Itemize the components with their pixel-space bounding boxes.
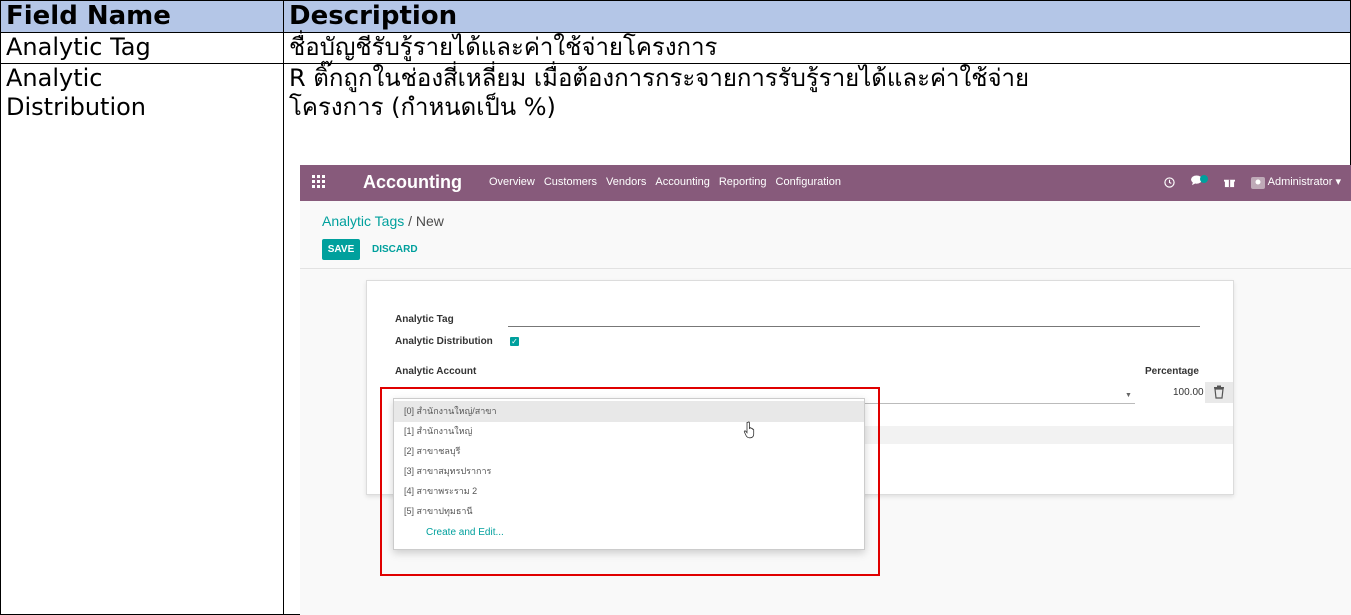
notification-badge xyxy=(1200,175,1209,183)
discard-button[interactable]: DISCARD xyxy=(372,244,418,255)
description-analytic-tag: ชื่อบัญชีรับรู้รายได้และค่าใช้จ่ายโครงกา… xyxy=(283,32,1351,64)
analytic-distribution-checkbox[interactable]: ✓ xyxy=(510,337,519,346)
clock-icon[interactable] xyxy=(1164,176,1175,188)
field-line: Distribution xyxy=(6,93,147,121)
analytic-tag-label: Analytic Tag xyxy=(395,314,454,325)
header-description: Description xyxy=(283,0,1351,33)
menu-reporting[interactable]: Reporting xyxy=(719,176,767,188)
menu-vendors[interactable]: Vendors xyxy=(606,176,646,188)
avatar-icon xyxy=(1251,176,1266,189)
apps-grid-icon[interactable] xyxy=(312,175,326,189)
trash-icon[interactable] xyxy=(1213,385,1225,399)
breadcrumb-analytic-tags[interactable]: Analytic Tags xyxy=(322,213,404,229)
menu-overview[interactable]: Overview xyxy=(489,176,535,188)
user-name: Administrator xyxy=(1267,176,1333,189)
menu-customers[interactable]: Customers xyxy=(544,176,597,188)
analytic-account-header: Analytic Account xyxy=(395,366,477,377)
description-line: R ติ๊กถูกในช่องสี่เหลี่ยม เมื่อต้องการกร… xyxy=(289,64,1030,92)
save-button[interactable]: SAVE xyxy=(322,239,360,260)
highlight-box xyxy=(380,387,880,576)
add-line-row xyxy=(862,426,1233,444)
app-name: Accounting xyxy=(363,172,462,192)
field-analytic-distribution: Analytic Distribution xyxy=(0,63,284,615)
description-line: โครงการ (กำหนดเป็น %) xyxy=(289,93,556,121)
top-navbar: Accounting Overview Customers Vendors Ac… xyxy=(300,165,1351,201)
menu-configuration[interactable]: Configuration xyxy=(776,176,841,188)
gift-icon[interactable] xyxy=(1224,177,1236,188)
analytic-distribution-label: Analytic Distribution xyxy=(395,336,493,347)
odoo-screenshot: Accounting Overview Customers Vendors Ac… xyxy=(300,165,1351,615)
breadcrumb: Analytic Tags / New xyxy=(322,213,444,229)
chat-icon[interactable] xyxy=(1191,175,1209,189)
systray: Administrator ▾ xyxy=(1164,175,1341,189)
user-menu[interactable]: Administrator ▾ xyxy=(1251,175,1341,189)
breadcrumb-current: New xyxy=(415,213,444,229)
percentage-header: Percentage xyxy=(1145,366,1199,377)
header-field-name: Field Name xyxy=(0,0,284,33)
analytic-tag-input[interactable] xyxy=(508,326,1200,327)
table-row: Analytic Tag ชื่อบัญชีรับรู้รายได้และค่า… xyxy=(0,32,1351,64)
control-panel-divider xyxy=(300,268,1351,269)
field-analytic-tag: Analytic Tag xyxy=(0,32,284,64)
table-header-row: Field Name Description xyxy=(0,0,1351,33)
chevron-down-icon: ▾ xyxy=(1335,176,1341,189)
menu-accounting[interactable]: Accounting xyxy=(655,176,709,188)
breadcrumb-separator: / xyxy=(404,213,416,229)
main-menu: Overview Customers Vendors Accounting Re… xyxy=(489,176,841,188)
dropdown-caret-icon[interactable]: ▼ xyxy=(1125,392,1132,399)
field-line: Analytic xyxy=(6,64,103,92)
percentage-value[interactable]: 100.00 xyxy=(1173,387,1204,398)
